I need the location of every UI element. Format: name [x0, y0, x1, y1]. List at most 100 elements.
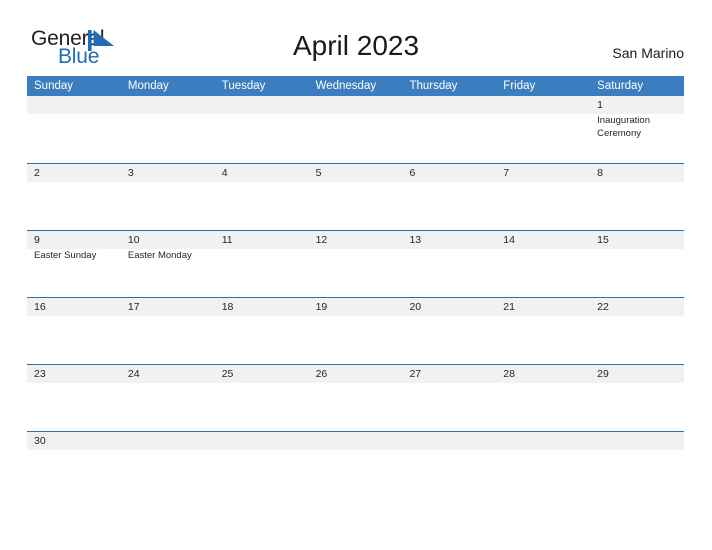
- calendar-day-empty[interactable]: [402, 432, 497, 450]
- calendar-day-6[interactable]: 6: [402, 164, 497, 230]
- day-number: 1: [597, 99, 603, 111]
- calendar-day-16[interactable]: 16: [27, 298, 121, 364]
- day-number-band: [27, 231, 121, 249]
- day-number-band: [496, 164, 591, 182]
- day-events: Inauguration Ceremony: [597, 115, 681, 140]
- day-number-band: [308, 432, 403, 450]
- calendar-day-empty[interactable]: [27, 96, 121, 163]
- calendar-day-4[interactable]: 4: [214, 164, 309, 230]
- calendar-day-19[interactable]: 19: [308, 298, 403, 364]
- calendar-day-3[interactable]: 3: [120, 164, 215, 230]
- calendar-day-empty[interactable]: [308, 432, 403, 450]
- day-number: 20: [409, 301, 422, 313]
- calendar-grid: Sunday Monday Tuesday Wednesday Thursday Frid…: [27, 76, 685, 450]
- day-number: 11: [221, 234, 233, 246]
- calendar-day-empty[interactable]: [496, 96, 591, 163]
- day-number: 23: [34, 368, 46, 380]
- calendar-page: General Blue April 2023 San Marino Sunda…: [0, 0, 712, 550]
- day-number: 30: [34, 435, 46, 447]
- day-number: 26: [315, 368, 328, 380]
- day-number: 28: [503, 368, 515, 380]
- page-header: General Blue April 2023 San Marino: [0, 0, 712, 76]
- day-number: 9: [34, 234, 40, 246]
- calendar-day-9[interactable]: 9 Easter Sunday: [27, 231, 121, 297]
- day-number-band: [308, 164, 403, 182]
- calendar-day-empty[interactable]: [214, 96, 309, 163]
- day-number: 27: [409, 368, 422, 380]
- day-number: 15: [597, 234, 609, 246]
- calendar-day-21[interactable]: 21: [496, 298, 591, 364]
- day-number-band: [590, 164, 685, 182]
- day-number-band: [120, 96, 215, 114]
- calendar-day-12[interactable]: 12: [308, 231, 403, 297]
- calendar-day-30[interactable]: 30: [27, 432, 121, 450]
- calendar-day-13[interactable]: 13: [402, 231, 497, 297]
- calendar-day-empty[interactable]: [120, 96, 215, 163]
- day-number-band: [496, 432, 591, 450]
- calendar-day-1[interactable]: 1 Inauguration Ceremony: [590, 96, 685, 163]
- calendar-day-24[interactable]: 24: [120, 365, 215, 431]
- day-number: 14: [503, 234, 515, 246]
- day-number: 21: [503, 301, 515, 313]
- day-events: Easter Monday: [128, 250, 212, 263]
- holiday-event: Inauguration Ceremony: [597, 115, 650, 139]
- calendar-day-25[interactable]: 25: [214, 365, 309, 431]
- day-number-band: [308, 96, 403, 114]
- day-number: 29: [597, 368, 609, 380]
- calendar-day-empty[interactable]: [214, 432, 309, 450]
- country-label: San Marino: [612, 45, 684, 61]
- calendar-day-17[interactable]: 17: [120, 298, 215, 364]
- calendar-day-empty[interactable]: [120, 432, 215, 450]
- calendar-day-empty[interactable]: [496, 432, 591, 450]
- day-number: 2: [34, 167, 40, 179]
- calendar-day-18[interactable]: 18: [214, 298, 309, 364]
- weekday-header-wednesday: Wednesday: [315, 80, 377, 92]
- calendar-day-28[interactable]: 28: [496, 365, 591, 431]
- day-number-band: [590, 96, 685, 114]
- calendar-day-2[interactable]: 2: [27, 164, 121, 230]
- calendar-day-27[interactable]: 27: [402, 365, 497, 431]
- day-number-band: [27, 96, 121, 114]
- day-number-band: [496, 96, 591, 114]
- day-number-band: [402, 432, 497, 450]
- calendar-week-row: 16 17 18 19 20 21 22: [27, 297, 685, 364]
- calendar-day-empty[interactable]: [402, 96, 497, 163]
- calendar-day-empty[interactable]: [308, 96, 403, 163]
- day-events: Easter Sunday: [34, 250, 118, 263]
- weekday-header-friday: Friday: [503, 80, 536, 92]
- day-number: 8: [597, 167, 603, 179]
- day-number: 5: [315, 167, 322, 179]
- calendar-week-row: 30: [27, 431, 685, 450]
- weekday-header-saturday: Saturday: [597, 80, 644, 92]
- weekday-header-tuesday: Tuesday: [221, 80, 266, 92]
- calendar-week-row: 23 24 25 26 27 28 29: [27, 364, 685, 431]
- calendar-day-23[interactable]: 23: [27, 365, 121, 431]
- calendar-day-29[interactable]: 29: [590, 365, 685, 431]
- day-number-band: [590, 432, 685, 450]
- calendar-weeks: 1 Inauguration Ceremony 2 3 4 5 6 7 8 9 Easter Sun…: [27, 96, 685, 450]
- page-title: April 2023: [292, 30, 420, 61]
- holiday-event: Easter Monday: [127, 250, 192, 261]
- calendar-day-8[interactable]: 8: [590, 164, 685, 230]
- calendar-day-5[interactable]: 5: [308, 164, 403, 230]
- calendar-day-7[interactable]: 7: [496, 164, 591, 230]
- day-number-band: [402, 96, 497, 114]
- calendar-day-26[interactable]: 26: [308, 365, 403, 431]
- day-number-band: [27, 164, 121, 182]
- calendar-day-10[interactable]: 10 Easter Monday: [120, 231, 215, 297]
- day-number: 10: [127, 234, 140, 246]
- calendar-week-row: 2 3 4 5 6 7 8: [27, 163, 685, 230]
- day-number: 18: [221, 301, 234, 313]
- day-number: 17: [127, 301, 140, 313]
- calendar-day-11[interactable]: 11: [214, 231, 309, 297]
- day-number-band: [402, 164, 497, 182]
- day-number: 12: [315, 234, 328, 246]
- holiday-event: Easter Sunday: [34, 250, 97, 261]
- day-number: 6: [409, 167, 416, 179]
- calendar-day-14[interactable]: 14: [496, 231, 591, 297]
- calendar-day-15[interactable]: 15: [590, 231, 685, 297]
- calendar-day-empty[interactable]: [590, 432, 685, 450]
- calendar-day-20[interactable]: 20: [402, 298, 497, 364]
- day-number-band: [214, 96, 309, 114]
- calendar-day-22[interactable]: 22: [590, 298, 685, 364]
